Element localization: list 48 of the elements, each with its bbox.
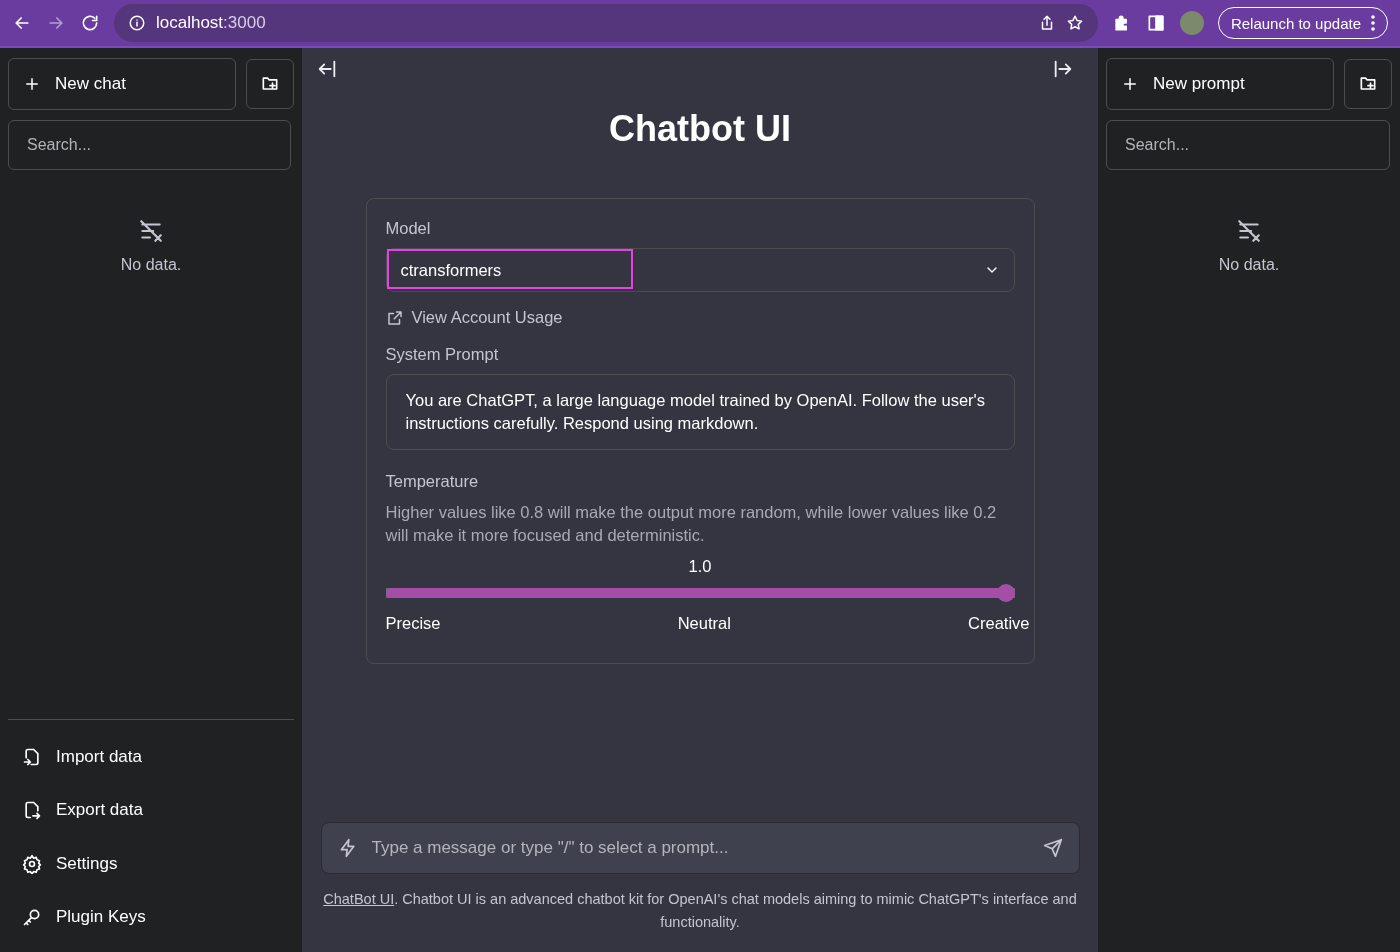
sidebar-menu-item[interactable]: Settings (8, 837, 294, 891)
export-file-icon (22, 800, 42, 821)
scale-label: Neutral (677, 614, 731, 633)
help-text: Higher values like 0.8 will make the output more random, while lower values like 0.2 will make it more focused and deterministic. (385, 502, 998, 546)
page-title: Chatbot UI (609, 108, 791, 150)
new-chat-button[interactable]: New chat (8, 58, 236, 110)
new-folder-button[interactable] (1344, 59, 1392, 109)
scale-label: Precise (385, 614, 441, 633)
expand-right-icon (1052, 58, 1074, 80)
field-label: Temperature (385, 472, 480, 491)
no-data-icon (1236, 218, 1262, 244)
message-composer[interactable]: Type a message or type "/" to select a prompt... (320, 822, 1080, 874)
plus-icon (1121, 75, 1139, 93)
scale-label: Creative (968, 614, 1030, 633)
field-label: System Prompt (385, 345, 500, 364)
collapse-left-icon (316, 58, 338, 80)
sidebar-menu-item[interactable]: Import data (8, 730, 294, 784)
no-data-icon (138, 218, 164, 244)
footer-link[interactable]: ChatBot UI (323, 891, 395, 907)
field-label: Model (385, 219, 432, 238)
system-prompt-field[interactable]: You are ChatGPT, a large language model trained by OpenAI. Follow the user's instructions carefully. Respond using markdown. (385, 374, 1015, 450)
external-link-icon (385, 308, 404, 327)
info-icon (128, 14, 146, 32)
message-field[interactable]: Type a message or type "/" to select a prompt... (369, 837, 1031, 859)
sidebar-menu-item[interactable]: Plugin Keys (8, 890, 294, 944)
key-icon (22, 907, 42, 928)
star-icon (1065, 14, 1084, 32)
avatar[interactable] (1179, 11, 1204, 35)
usage-link[interactable]: View Account Usage (411, 308, 563, 327)
send-icon (1042, 838, 1063, 858)
plus-icon (23, 75, 41, 93)
reload-icon (80, 13, 100, 33)
more-icon (1371, 15, 1375, 31)
footer-text: ChatBot UI. Chatbot UI is an advanced chatbot kit for OpenAI's chat models aiming to mimic ChatGPT's interface and functionality. (322, 890, 1078, 932)
new-prompt-button[interactable]: New prompt (1106, 58, 1334, 110)
slider-value: 1.0 (687, 557, 713, 576)
empty-message: No data. (1218, 256, 1280, 274)
model-select[interactable]: ctransformers (385, 248, 1015, 292)
search-field[interactable]: Search... (1106, 120, 1390, 170)
empty-message: No data. (120, 256, 182, 274)
sidebar-menu-item[interactable]: Export data (8, 783, 294, 837)
address-bar[interactable]: localhost:3000 (114, 4, 1098, 42)
search-field[interactable]: Search... (8, 120, 291, 170)
import-file-icon (22, 746, 42, 767)
new-folder-button[interactable] (246, 59, 294, 109)
url-text: localhost:3000 (156, 13, 266, 33)
settings-icon (22, 853, 42, 874)
slider-thumb[interactable] (996, 584, 1015, 602)
